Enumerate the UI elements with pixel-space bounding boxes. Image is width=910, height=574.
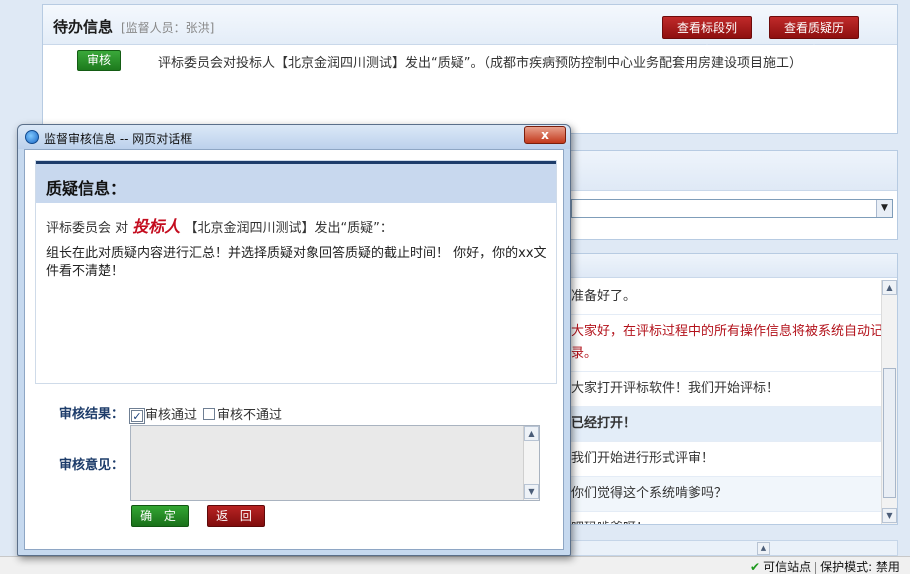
- back-button[interactable]: 返 回: [207, 505, 265, 527]
- opinion-scrollbar[interactable]: ▲ ▼: [523, 426, 539, 500]
- section-select-panel: ▼: [570, 150, 898, 240]
- todo-panel: 待办信息 [监督人员：张洪] 查看标段列表 查看质疑历史 审核 评标委员会对投标…: [42, 4, 898, 134]
- dialog-body: 质疑信息： 评标委员会 对 投标人 【北京金润四川测试】发出“质疑”： 组长在此…: [24, 149, 564, 550]
- confirm-button[interactable]: 确 定: [131, 505, 189, 527]
- close-button[interactable]: x: [524, 126, 566, 144]
- chat-line: 我们开始进行形式评审！: [571, 442, 881, 477]
- todo-message: 评标委员会对投标人【北京金润四川测试】发出“质疑”。（成都市疾病预防控制中心业务…: [158, 56, 802, 71]
- supervisor-label: [监督人员：张洪]: [121, 21, 215, 35]
- chat-scrollbar[interactable]: ▲ ▼: [881, 280, 897, 524]
- bidder-role: 投标人: [132, 217, 181, 236]
- chat-line: 大家打开评标软件！我们开始评标！: [571, 372, 881, 407]
- section-select[interactable]: ▼: [571, 199, 893, 218]
- bottom-strip: ▲: [570, 540, 898, 556]
- view-sections-button[interactable]: 查看标段列表: [662, 16, 752, 58]
- fail-label: 审核不通过: [217, 408, 283, 423]
- close-icon: x: [541, 128, 549, 142]
- question-prefix: 评标委员会 对: [46, 221, 129, 236]
- todo-row: 审核 评标委员会对投标人【北京金润四川测试】发出“质疑”。（成都市疾病预防控制中…: [43, 45, 897, 75]
- result-label: 审核结果：: [59, 407, 125, 422]
- scroll-up-icon[interactable]: ▲: [524, 426, 539, 441]
- view-history-button[interactable]: 查看质疑历史: [769, 16, 859, 58]
- question-suffix: 【北京金润四川测试】发出“质疑”：: [184, 221, 393, 236]
- checkbox-checked-icon[interactable]: ✓: [129, 408, 145, 424]
- chevron-down-icon[interactable]: ▼: [876, 200, 892, 217]
- protected-mode-label: 保护模式: 禁用: [820, 560, 900, 574]
- dialog-titlebar[interactable]: 监督审核信息 -- 网页对话框 x: [18, 125, 570, 149]
- fail-checkbox[interactable]: 审核不通过: [203, 404, 282, 423]
- browser-statusbar: ✔ 可信站点 保护模式: 禁用: [0, 556, 910, 574]
- security-zone: ✔ 可信站点 保护模式: 禁用: [750, 558, 900, 574]
- panel-header-strip: [571, 151, 897, 191]
- chat-line: 准备好了。: [571, 280, 881, 315]
- question-heading: 质疑信息：: [46, 179, 127, 198]
- scroll-up-icon[interactable]: ▲: [757, 542, 770, 555]
- checkbox-icon[interactable]: [203, 408, 215, 420]
- chat-line: 你们觉得这个系统啃爹吗？: [571, 477, 881, 512]
- question-line: 评标委员会 对 投标人 【北京金润四川测试】发出“质疑”：: [46, 213, 393, 237]
- pass-checkbox[interactable]: ✓ 审核通过: [129, 404, 198, 424]
- chat-panel: 准备好了。 大家好，在评标过程中的所有操作信息将被系统自动记 录。 大家打开评标…: [570, 253, 898, 525]
- question-header: 质疑信息：: [36, 161, 556, 203]
- chat-line-system: 录。: [571, 343, 881, 372]
- chat-line: 吧玛啃爹呀！: [571, 512, 881, 524]
- check-icon: ✔: [750, 560, 761, 574]
- todo-title: 待办信息: [53, 18, 114, 36]
- scroll-down-icon[interactable]: ▼: [882, 508, 897, 523]
- opinion-textarea[interactable]: ▲ ▼: [130, 425, 540, 501]
- chat-line-highlighted: 已经打开！: [571, 407, 881, 442]
- scroll-up-icon[interactable]: ▲: [882, 280, 897, 295]
- todo-header: 待办信息 [监督人员：张洪] 查看标段列表 查看质疑历史: [43, 5, 897, 58]
- chat-list: 准备好了。 大家好，在评标过程中的所有操作信息将被系统自动记 录。 大家打开评标…: [571, 280, 881, 524]
- scroll-thumb[interactable]: [883, 368, 896, 498]
- question-box: 质疑信息： 评标委员会 对 投标人 【北京金润四川测试】发出“质疑”： 组长在此…: [35, 160, 557, 384]
- question-content: 组长在此对质疑内容进行汇总！并选择质疑对象回答质疑的截止时间！ 你好，你的xx文…: [46, 246, 547, 279]
- pass-label: 审核通过: [145, 408, 198, 423]
- chat-header-strip: [571, 254, 897, 278]
- review-dialog: 监督审核信息 -- 网页对话框 x 质疑信息： 评标委员会 对 投标人 【北京金…: [17, 124, 571, 556]
- status-separator: [815, 561, 817, 574]
- scroll-down-icon[interactable]: ▼: [524, 484, 539, 499]
- trusted-site-label: 可信站点: [763, 560, 812, 574]
- review-button[interactable]: 审核: [77, 50, 121, 71]
- ie-page-icon: [25, 130, 39, 144]
- dialog-title: 监督审核信息 -- 网页对话框: [44, 132, 193, 146]
- opinion-label: 审核意见：: [59, 458, 125, 473]
- chat-line-system: 大家好，在评标过程中的所有操作信息将被系统自动记: [571, 324, 881, 339]
